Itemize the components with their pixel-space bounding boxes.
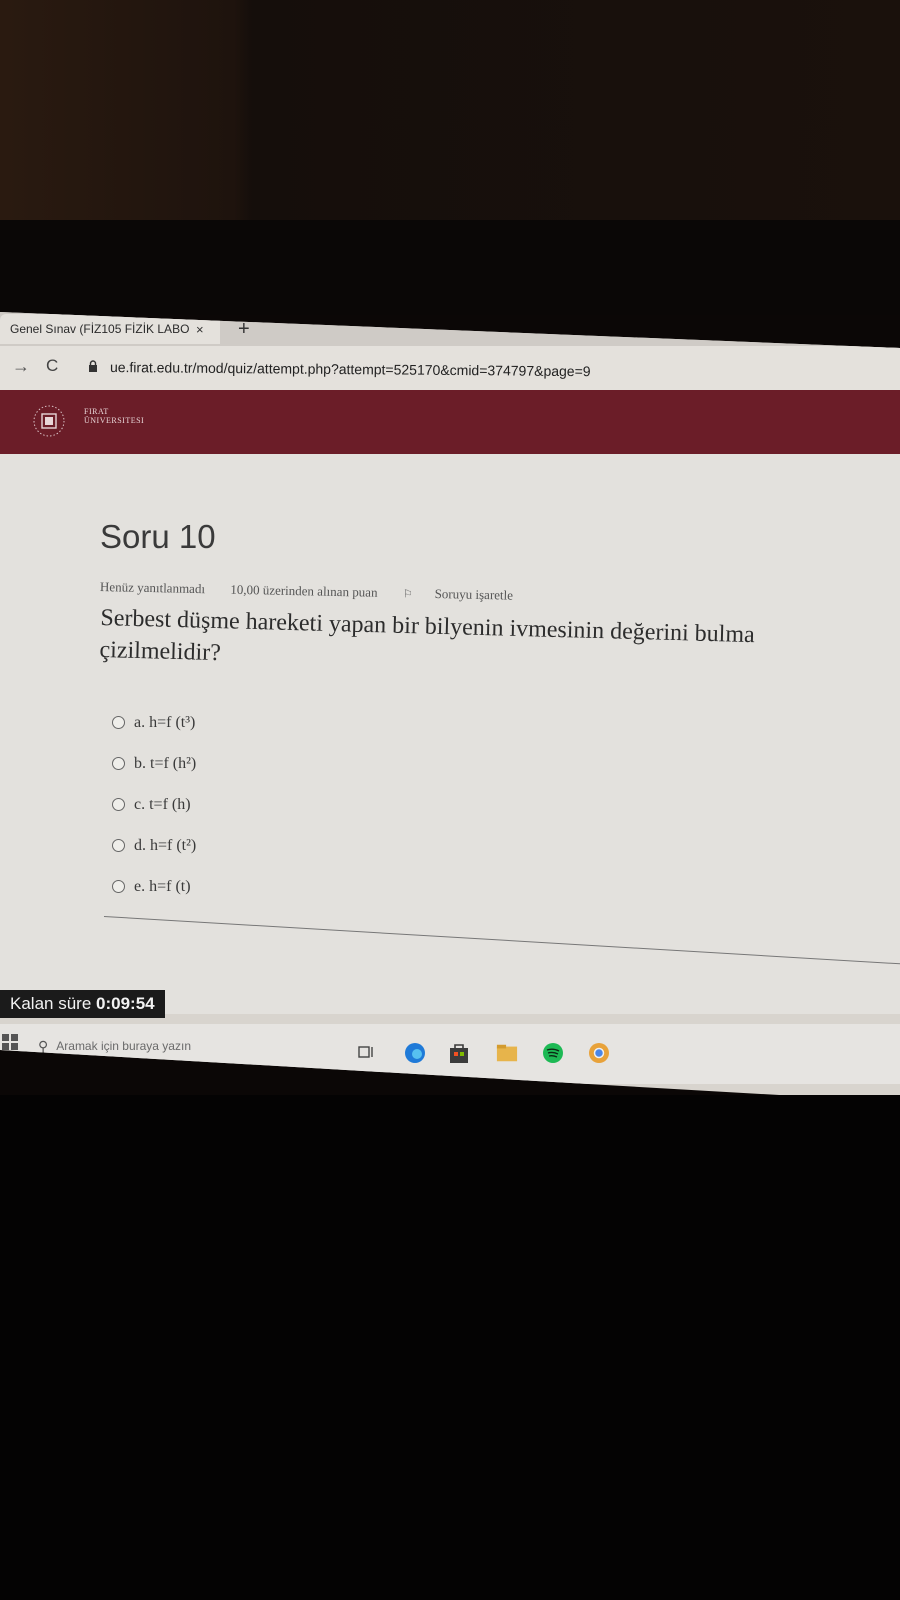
reload-icon[interactable]: C (46, 356, 58, 376)
url-field[interactable]: ue.firat.edu.tr/mod/quiz/attempt.php?att… (110, 359, 591, 379)
radio-button[interactable] (112, 716, 125, 729)
question-divider (103, 916, 900, 965)
file-explorer-icon[interactable] (496, 1042, 518, 1064)
radio-button[interactable] (112, 880, 125, 893)
windows-taskbar: ⚲ Aramak için buraya yazın (0, 1024, 900, 1084)
radio-button[interactable] (112, 839, 125, 852)
browser-tab[interactable]: Genel Sınav (FİZ105 FİZİK LABOR × (0, 314, 220, 344)
question-text: Serbest düşme hareketi yapan bir bilyeni… (99, 602, 900, 687)
search-icon: ⚲ (38, 1037, 49, 1054)
question-title: Soru 10 (100, 518, 216, 555)
answer-label: c. t=f (h) (134, 795, 191, 813)
windows-start-icon[interactable] (2, 1034, 18, 1050)
flag-icon: ⚐ (402, 588, 413, 601)
lock-icon (89, 360, 97, 372)
brand-line-1: FIRAT (84, 407, 109, 416)
brand-line-2: ÜNIVERSITESI (84, 416, 145, 425)
question-status: Henüz yanıtlanmadı (99, 579, 206, 597)
tab-title: Genel Sınav (FİZ105 FİZİK LABOR (10, 322, 190, 336)
search-placeholder: Aramak için buraya yazın (56, 1039, 191, 1053)
quiz-content: Soru 10 Henüz yanıtlanmadı 10,00 üzerind… (0, 454, 900, 1014)
answer-list: a. h=f (t³) b. t=f (h²) c. t=f (h) d. h=… (112, 702, 512, 907)
brand-name: FIRAT ÜNIVERSITESI (84, 407, 144, 425)
store-icon[interactable] (448, 1042, 470, 1064)
taskbar-search-box[interactable]: ⚲ Aramak için buraya yazın (30, 1026, 330, 1066)
radio-button[interactable] (112, 798, 125, 811)
edge-icon[interactable] (404, 1042, 426, 1064)
answer-option-d[interactable]: d. h=f (t²) (112, 825, 512, 866)
answer-label: d. h=f (t²) (134, 836, 197, 854)
browser-address-bar: → C ue.firat.edu.tr/mod/quiz/attempt.php… (0, 346, 900, 392)
monitor-bezel (0, 220, 900, 315)
answer-option-b[interactable]: b. t=f (h²) (112, 743, 512, 784)
radio-button[interactable] (112, 757, 125, 770)
answer-option-c[interactable]: c. t=f (h) (112, 784, 512, 825)
answer-option-e[interactable]: e. h=f (t) (112, 866, 512, 907)
tab-close-icon[interactable]: × (196, 322, 204, 337)
answer-option-a[interactable]: a. h=f (t³) (112, 702, 512, 743)
university-logo[interactable] (32, 404, 66, 438)
spotify-icon[interactable] (542, 1042, 564, 1064)
answer-label: a. h=f (t³) (134, 713, 196, 731)
answer-label: b. t=f (h²) (134, 754, 197, 772)
time-remaining: Kalan süre 0:09:54 (0, 990, 165, 1018)
flag-question-label: Soruyu işaretle (434, 586, 514, 603)
new-tab-button[interactable]: + (238, 318, 250, 341)
chrome-icon[interactable] (588, 1042, 610, 1064)
forward-icon[interactable]: → (12, 356, 30, 377)
flag-question-link[interactable]: ⚐ Soruyu işaretle (403, 585, 536, 603)
timer-value: 0:09:54 (96, 994, 155, 1013)
desk-shadow (0, 1095, 900, 1600)
monitor-screen: Genel Sınav (FİZ105 FİZİK LABOR × + → C … (0, 312, 900, 1102)
task-view-icon[interactable] (356, 1042, 378, 1064)
answer-label: e. h=f (t) (134, 877, 191, 895)
browser-tab-bar: Genel Sınav (FİZ105 FİZİK LABOR × + (0, 312, 900, 348)
timer-label: Kalan süre (10, 994, 92, 1013)
question-points: 10,00 üzerinden alınan puan (230, 581, 378, 600)
